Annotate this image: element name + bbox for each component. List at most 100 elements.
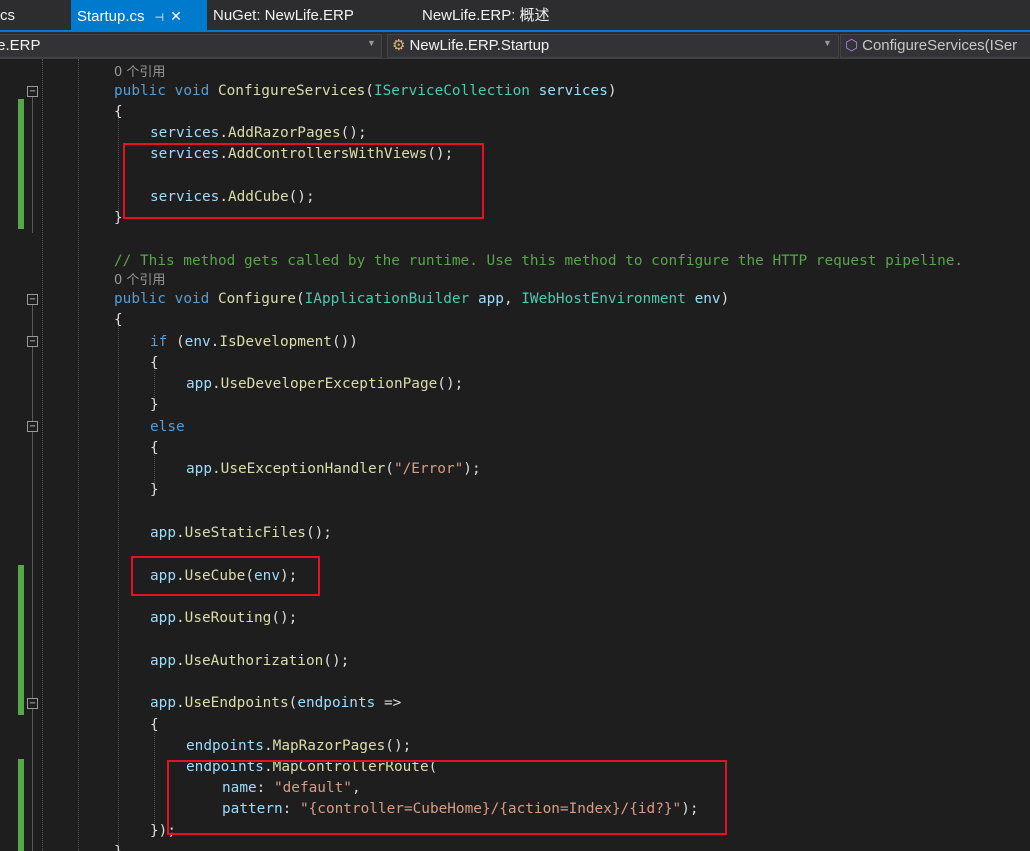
code-line: { <box>150 353 159 373</box>
tab-label: NewLife.ERP: 概述 <box>422 7 550 24</box>
fold-line <box>32 97 33 233</box>
pin-icon[interactable]: ⊣ <box>155 12 165 24</box>
chevron-down-icon[interactable]: ▼ <box>367 38 376 48</box>
highlight-box-use-cube <box>131 556 320 596</box>
collapse-icon[interactable]: − <box>27 294 38 305</box>
chevron-down-icon[interactable]: ▼ <box>823 38 832 48</box>
method-name: UseEndpoints <box>184 695 289 711</box>
brace: } <box>114 210 123 226</box>
code-line: else <box>150 417 185 437</box>
code-line: { <box>150 715 159 735</box>
punct: . <box>219 125 228 141</box>
keyword: else <box>150 419 185 435</box>
code-line: public void Configure(IApplicationBuilde… <box>114 289 729 309</box>
project-dropdown[interactable]: fe.ERP <box>0 34 382 58</box>
member-dropdown[interactable]: ⬡ ConfigureServices(ISer <box>840 34 1030 58</box>
brace: { <box>150 440 159 456</box>
code-line: // This method gets called by the runtim… <box>114 251 963 271</box>
code-line: app.UseEndpoints(endpoints => <box>150 693 401 713</box>
tab-startup-cs[interactable]: Startup.cs ⊣ ✕ <box>71 0 207 32</box>
punct: (); <box>323 653 350 669</box>
fold-line <box>32 305 33 851</box>
code-line: app.UseExceptionHandler("/Error"); <box>186 459 481 479</box>
identifier: app <box>150 695 176 711</box>
code-editor[interactable]: − − − − − 0 个引用 public void ConfigureSer… <box>0 59 1030 851</box>
brace: { <box>150 717 159 733</box>
method-name: IsDevelopment <box>219 334 332 350</box>
code-line: app.UseAuthorization(); <box>150 651 349 671</box>
parameter: services <box>538 83 608 99</box>
indent-guide <box>42 59 43 851</box>
tab-nuget[interactable]: NuGet: NewLife.ERP <box>213 0 413 32</box>
keyword: void <box>174 83 210 99</box>
punct: (); <box>340 125 367 141</box>
code-line: app.UseRouting(); <box>150 608 297 628</box>
punct: , <box>503 291 522 307</box>
collapse-icon[interactable]: − <box>27 336 38 347</box>
punct: . <box>212 461 221 477</box>
code-line: services.AddRazorPages(); <box>150 123 367 143</box>
reference-count[interactable]: 0 个引用 <box>114 273 165 288</box>
tab-label: NuGet: NewLife.ERP <box>213 7 354 24</box>
identifier: app <box>150 653 176 669</box>
code-line: app.UseStaticFiles(); <box>150 523 332 543</box>
punct: ( <box>385 461 394 477</box>
member-name: ConfigureServices(ISer <box>862 37 1018 54</box>
brace: } <box>114 844 123 851</box>
tab-label: cs <box>0 7 15 24</box>
identifier: app <box>150 610 176 626</box>
collapse-icon[interactable]: − <box>27 698 38 709</box>
identifier: env <box>184 334 211 350</box>
code-line: } <box>114 208 123 228</box>
code-line: } <box>150 395 159 415</box>
punct: . <box>176 525 185 541</box>
code-lens[interactable]: 0 个引用 <box>114 62 165 82</box>
type-name: IApplicationBuilder <box>304 291 470 307</box>
class-dropdown[interactable]: ⚙ NewLife.ERP.Startup <box>387 34 839 58</box>
code-line: } <box>150 480 159 500</box>
navigation-bar: fe.ERP ▼ ⚙NewLife.ERP.Startup ▼ ⬡Configu… <box>0 32 1030 59</box>
keyword: public <box>114 83 166 99</box>
close-icon[interactable]: ✕ <box>170 8 182 24</box>
code-line: if (env.IsDevelopment()) <box>150 332 358 352</box>
collapse-icon[interactable]: − <box>27 86 38 97</box>
type-name: IWebHostEnvironment <box>521 291 686 307</box>
comment: // This method gets called by the runtim… <box>114 253 964 269</box>
class-icon: ⚙ <box>392 37 406 54</box>
identifier: app <box>150 525 176 541</box>
method-name: UseStaticFiles <box>184 525 306 541</box>
reference-count[interactable]: 0 个引用 <box>114 65 165 80</box>
punct: ( <box>288 695 298 711</box>
brace: { <box>114 312 123 328</box>
brace: } <box>150 397 159 413</box>
identifier: services <box>150 125 220 141</box>
identifier: endpoints <box>297 695 376 711</box>
punct: (); <box>305 525 332 541</box>
identifier: app <box>186 376 212 392</box>
keyword: void <box>174 291 210 307</box>
keyword: public <box>114 291 166 307</box>
brace: } <box>150 482 159 498</box>
punct: . <box>176 695 185 711</box>
method-name: Configure <box>217 291 296 307</box>
code-line: endpoints.MapRazorPages(); <box>186 736 411 756</box>
punct: ()) <box>331 334 358 350</box>
punct: . <box>176 610 185 626</box>
code-line: } <box>114 842 123 851</box>
indent-guide <box>118 109 119 219</box>
punct: ( <box>295 291 305 307</box>
punct: => <box>375 695 402 711</box>
tab-overview[interactable]: NewLife.ERP: 概述 <box>422 0 622 32</box>
code-line: public void ConfigureServices(IServiceCo… <box>114 81 617 101</box>
tab-cs[interactable]: cs <box>0 0 70 32</box>
collapse-icon[interactable]: − <box>27 421 38 432</box>
punct: ) <box>607 83 617 99</box>
indent-guide <box>154 721 155 831</box>
type-name: IServiceCollection <box>373 83 530 99</box>
class-name: NewLife.ERP.Startup <box>409 37 550 54</box>
code-lens[interactable]: 0 个引用 <box>114 270 165 290</box>
punct: . <box>212 376 221 392</box>
indent-guide <box>118 317 119 851</box>
